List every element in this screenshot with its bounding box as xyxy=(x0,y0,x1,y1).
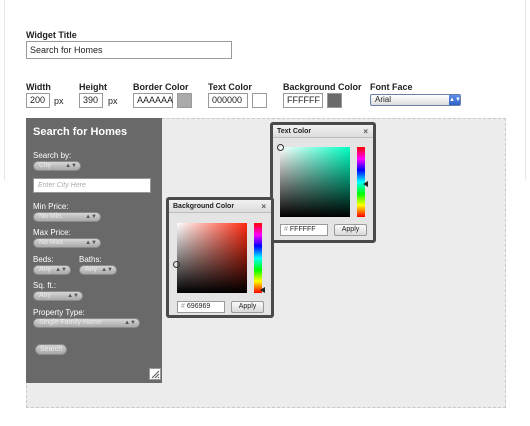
widget-title-input[interactable]: Search for Homes xyxy=(26,41,232,59)
hue-slider-pointer[interactable] xyxy=(260,287,265,293)
text-color-swatch[interactable] xyxy=(252,93,267,108)
property-type-value: Single Family Home xyxy=(39,319,102,326)
property-type-label: Property Type: xyxy=(33,308,85,317)
chevron-down-icon: ▲▼ xyxy=(85,214,97,220)
widget-heading: Search for Homes xyxy=(33,126,128,138)
search-by-label: Search by: xyxy=(33,151,72,160)
chevron-down-icon: ▲▼ xyxy=(55,267,67,273)
height-unit: px xyxy=(108,96,118,106)
chevron-down-icon: ▲▼ xyxy=(67,293,79,299)
hue-slider[interactable] xyxy=(254,223,262,293)
font-face-value: Arial xyxy=(375,95,392,104)
chevron-down-icon: ▲▼ xyxy=(101,267,113,273)
text-color-label: Text Color xyxy=(208,82,252,92)
chevron-down-icon: ▲▼ xyxy=(65,163,77,169)
text-color-hex-input[interactable]: # FFFFFF xyxy=(280,224,328,236)
frame-line-left xyxy=(4,0,5,180)
hue-slider-pointer[interactable] xyxy=(363,181,368,187)
text-color-picker: Text Color × # FFFFFF Apply xyxy=(270,122,376,243)
sqft-label: Sq. ft.: xyxy=(33,281,57,290)
search-widget: Search for Homes Search by: City ▲▼ Ente… xyxy=(26,118,162,383)
city-input[interactable]: Enter City Here xyxy=(33,178,151,193)
background-color-picker-title: Background Color xyxy=(173,203,235,210)
max-price-label: Max Price: xyxy=(33,228,71,237)
frame-line-right xyxy=(525,0,526,180)
beds-select[interactable]: Any ▲▼ xyxy=(33,265,71,275)
height-label: Height xyxy=(79,82,107,92)
border-color-label: Border Color xyxy=(133,82,189,92)
background-color-picker-header: Background Color × xyxy=(169,200,271,213)
font-face-label: Font Face xyxy=(370,82,413,92)
sqft-value: Any xyxy=(39,292,52,299)
text-color-input[interactable]: 000000 xyxy=(208,93,248,108)
width-unit: px xyxy=(54,96,64,106)
search-button[interactable]: Search xyxy=(35,344,67,355)
background-color-apply-button[interactable]: Apply xyxy=(231,301,264,313)
min-price-select[interactable]: No Min. ▲▼ xyxy=(33,212,101,222)
close-icon[interactable]: × xyxy=(261,200,266,213)
color-selector-handle[interactable] xyxy=(277,144,284,151)
baths-label: Baths: xyxy=(79,255,102,264)
baths-value: Any xyxy=(85,266,98,273)
sqft-select[interactable]: Any ▲▼ xyxy=(33,291,83,301)
chevron-down-icon: ▲▼ xyxy=(449,95,461,105)
beds-label: Beds: xyxy=(33,255,54,264)
color-selector-handle[interactable] xyxy=(173,261,180,268)
saturation-value-area[interactable] xyxy=(280,147,350,217)
width-input[interactable]: 200 xyxy=(26,93,50,108)
background-color-swatch[interactable] xyxy=(327,93,342,108)
border-color-input[interactable]: AAAAAA xyxy=(133,93,173,108)
min-price-label: Min Price: xyxy=(33,202,69,211)
background-color-picker: Background Color × #696969 Apply xyxy=(166,197,274,318)
text-color-apply-button[interactable]: Apply xyxy=(334,224,367,236)
max-price-select[interactable]: No Max. ▲▼ xyxy=(33,238,101,248)
border-color-swatch[interactable] xyxy=(177,93,192,108)
property-type-select[interactable]: Single Family Home ▲▼ xyxy=(33,318,140,328)
min-price-value: No Min. xyxy=(39,213,64,220)
search-by-value: City xyxy=(39,162,52,169)
resize-handle-icon[interactable] xyxy=(149,368,161,380)
max-price-value: No Max. xyxy=(39,239,66,246)
background-color-label: Background Color xyxy=(283,82,362,92)
text-color-picker-header: Text Color × xyxy=(273,125,373,138)
close-icon[interactable]: × xyxy=(363,125,368,138)
width-label: Width xyxy=(26,82,51,92)
widget-title-label: Widget Title xyxy=(26,30,77,40)
background-color-hex-input[interactable]: #696969 xyxy=(177,301,225,313)
text-color-picker-title: Text Color xyxy=(277,128,312,135)
chevron-down-icon: ▲▼ xyxy=(85,240,97,246)
font-face-select[interactable]: Arial ▲▼ xyxy=(370,94,461,106)
beds-value: Any xyxy=(39,266,52,273)
search-by-select[interactable]: City ▲▼ xyxy=(33,161,81,171)
background-color-input[interactable]: FFFFFF xyxy=(283,93,323,108)
saturation-value-area[interactable] xyxy=(177,223,247,293)
chevron-down-icon: ▲▼ xyxy=(124,320,136,326)
height-input[interactable]: 390 xyxy=(79,93,103,108)
baths-select[interactable]: Any ▲▼ xyxy=(79,265,117,275)
